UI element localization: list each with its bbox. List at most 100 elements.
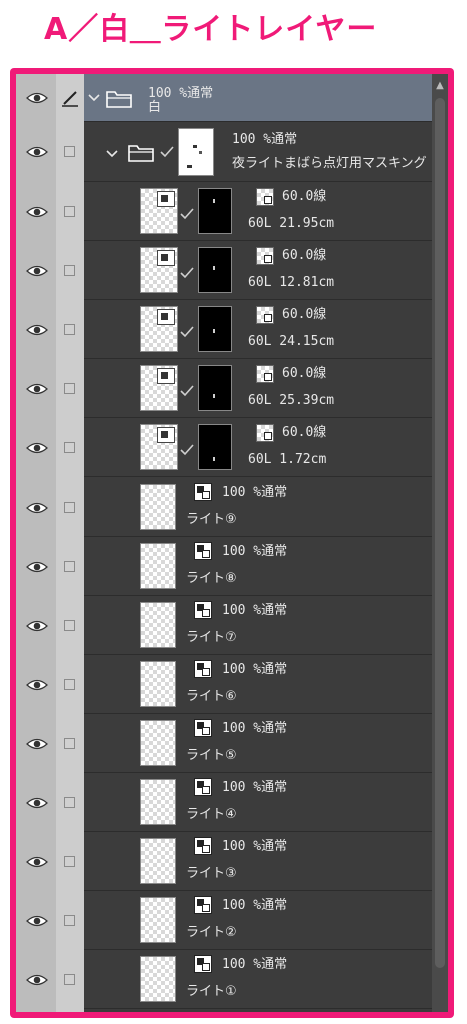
- lock-checkbox[interactable]: [64, 442, 75, 454]
- layer-type-icon: [256, 188, 274, 206]
- scrollbar[interactable]: ▲: [432, 74, 448, 1012]
- layer-row-light[interactable]: 100 %通常 ライト⑦: [16, 596, 432, 655]
- layer-content[interactable]: 100 %通常 白: [84, 74, 432, 122]
- layer-type-icon: [256, 365, 274, 384]
- chevron-down-icon[interactable]: [106, 150, 118, 158]
- layer-row-line[interactable]: 60.0線 60L 21.95cm: [16, 182, 432, 242]
- lock-checkbox[interactable]: [64, 501, 75, 513]
- eye-icon[interactable]: [26, 205, 48, 219]
- lock-checkbox[interactable]: [64, 974, 75, 986]
- layer-content[interactable]: 100 %通常 ライト②: [84, 891, 432, 951]
- eye-icon[interactable]: [26, 382, 48, 396]
- eye-icon[interactable]: [26, 619, 48, 633]
- pen-icon[interactable]: [60, 88, 80, 108]
- layer-type-icon: [194, 955, 212, 974]
- layer-type-icon: [194, 600, 212, 619]
- layer-thumbnail: [140, 188, 178, 234]
- layer-thumbnail: [140, 779, 176, 825]
- lock-checkbox[interactable]: [64, 797, 75, 808]
- layer-row-line[interactable]: 60.0線 60L 25.39cm: [16, 359, 432, 419]
- lock-checkbox[interactable]: [64, 856, 75, 868]
- eye-icon[interactable]: [26, 323, 48, 337]
- lock-checkbox[interactable]: [64, 737, 75, 749]
- layer-opacity-mode: 100 %通常: [222, 543, 288, 559]
- layer-thumbnail: [140, 424, 178, 471]
- layer-info: 60L 24.15cm: [248, 334, 335, 350]
- layer-info: 60L 21.95cm: [248, 216, 335, 231]
- eye-icon[interactable]: [26, 145, 48, 159]
- layer-content[interactable]: 100 %通常 ライト①: [84, 950, 432, 1010]
- layer-opacity-mode: 100 %通常: [222, 839, 288, 855]
- eye-icon[interactable]: [26, 501, 48, 515]
- eye-icon[interactable]: [26, 91, 48, 105]
- ruler-overlay-icon: [157, 368, 175, 385]
- layer-content[interactable]: 100 %通常 ライト⑧: [84, 537, 432, 596]
- layer-row-line[interactable]: 60.0線 60L 12.81cm: [16, 241, 432, 301]
- eye-icon[interactable]: [26, 441, 48, 455]
- lock-checkbox[interactable]: [64, 560, 75, 572]
- layer-type-icon: [194, 896, 212, 915]
- layer-row-light[interactable]: 100 %通常 ライト①: [16, 950, 432, 1010]
- layer-content[interactable]: 100 %通常 ライト④: [84, 773, 432, 833]
- layer-content[interactable]: 60.0線 60L 25.39cm: [84, 359, 432, 419]
- lock-checkbox[interactable]: [64, 146, 75, 157]
- eye-icon[interactable]: [26, 737, 48, 751]
- layer-content[interactable]: 60.0線 60L 12.81cm: [84, 241, 432, 301]
- layer-row-folder-mask[interactable]: 100 %通常 夜ライトまばら点灯用マスキング: [16, 122, 432, 182]
- eye-icon[interactable]: [26, 796, 48, 810]
- lock-checkbox[interactable]: [64, 324, 75, 336]
- layer-row-light[interactable]: 100 %通常 ライト③: [16, 832, 432, 892]
- layer-content[interactable]: 100 %通常 ライト⑤: [84, 714, 432, 773]
- check-icon: [180, 444, 194, 456]
- layer-row-line[interactable]: 60.0線 60L 1.72cm: [16, 418, 432, 478]
- layer-name: ライト④: [186, 807, 237, 822]
- layer-content[interactable]: 100 %通常 ライト⑥: [84, 655, 432, 714]
- chevron-down-icon[interactable]: [88, 94, 100, 102]
- layer-row-light[interactable]: 100 %通常 ライト②: [16, 891, 432, 951]
- layer-opacity-mode: 100 %通常: [222, 898, 288, 914]
- layer-content[interactable]: 100 %通常 夜ライトまばら点灯用マスキング: [84, 122, 432, 182]
- lock-checkbox[interactable]: [64, 619, 75, 631]
- folder-icon: [106, 91, 132, 108]
- layer-name: 夜ライトまばら点灯用マスキング: [232, 156, 427, 171]
- layer-info: 60L 25.39cm: [248, 393, 335, 409]
- layer-mode: 60.0線: [282, 425, 327, 441]
- layer-row-line[interactable]: 60.0線 60L 24.15cm: [16, 300, 432, 360]
- eye-icon[interactable]: [26, 560, 48, 574]
- eye-icon[interactable]: [26, 678, 48, 692]
- layer-name: ライト⑥: [186, 688, 237, 704]
- lock-checkbox[interactable]: [64, 265, 75, 277]
- layer-thumbnail: [178, 128, 214, 176]
- layer-row-light[interactable]: 100 %通常 ライト⑥: [16, 655, 432, 714]
- layer-content[interactable]: 100 %通常 ライト③: [84, 832, 432, 892]
- layer-content[interactable]: 60.0線 60L 24.15cm: [84, 300, 432, 360]
- eye-icon[interactable]: [26, 914, 48, 928]
- lock-checkbox[interactable]: [64, 383, 75, 395]
- layer-name: ライト⑨: [186, 511, 237, 527]
- lock-checkbox[interactable]: [64, 678, 75, 690]
- layer-row-light[interactable]: 100 %通常 ライト⑧: [16, 537, 432, 596]
- check-icon: [160, 146, 174, 158]
- layer-row-folder-white[interactable]: 100 %通常 白: [16, 74, 432, 122]
- eye-icon[interactable]: [26, 855, 48, 869]
- layer-row-light[interactable]: 100 %通常 ライト④: [16, 773, 432, 833]
- ruler-overlay-icon: [157, 427, 175, 444]
- layer-content[interactable]: 100 %通常 ライト⑦: [84, 596, 432, 655]
- eye-icon[interactable]: [26, 973, 48, 987]
- layer-type-icon: [194, 778, 212, 796]
- scrollbar-thumb[interactable]: [435, 98, 445, 968]
- scroll-up-icon[interactable]: ▲: [434, 80, 446, 92]
- layer-content[interactable]: 60.0線 60L 1.72cm: [84, 418, 432, 478]
- lock-checkbox[interactable]: [64, 915, 75, 927]
- page-heading: A／白＿ライトレイヤー: [44, 12, 378, 47]
- layer-row-light[interactable]: 100 %通常 ライト⑨: [16, 478, 432, 537]
- layer-type-icon: [194, 837, 212, 856]
- layer-content[interactable]: 60.0線 60L 21.95cm: [84, 182, 432, 242]
- eye-icon[interactable]: [26, 264, 48, 278]
- layer-name: ライト①: [186, 984, 237, 1000]
- ruler-overlay-icon: [157, 191, 175, 207]
- lock-checkbox[interactable]: [64, 206, 75, 217]
- layer-opacity-mode: 100 %通常: [222, 720, 288, 736]
- layer-content[interactable]: 100 %通常 ライト⑨: [84, 478, 432, 537]
- layer-row-light[interactable]: 100 %通常 ライト⑤: [16, 714, 432, 773]
